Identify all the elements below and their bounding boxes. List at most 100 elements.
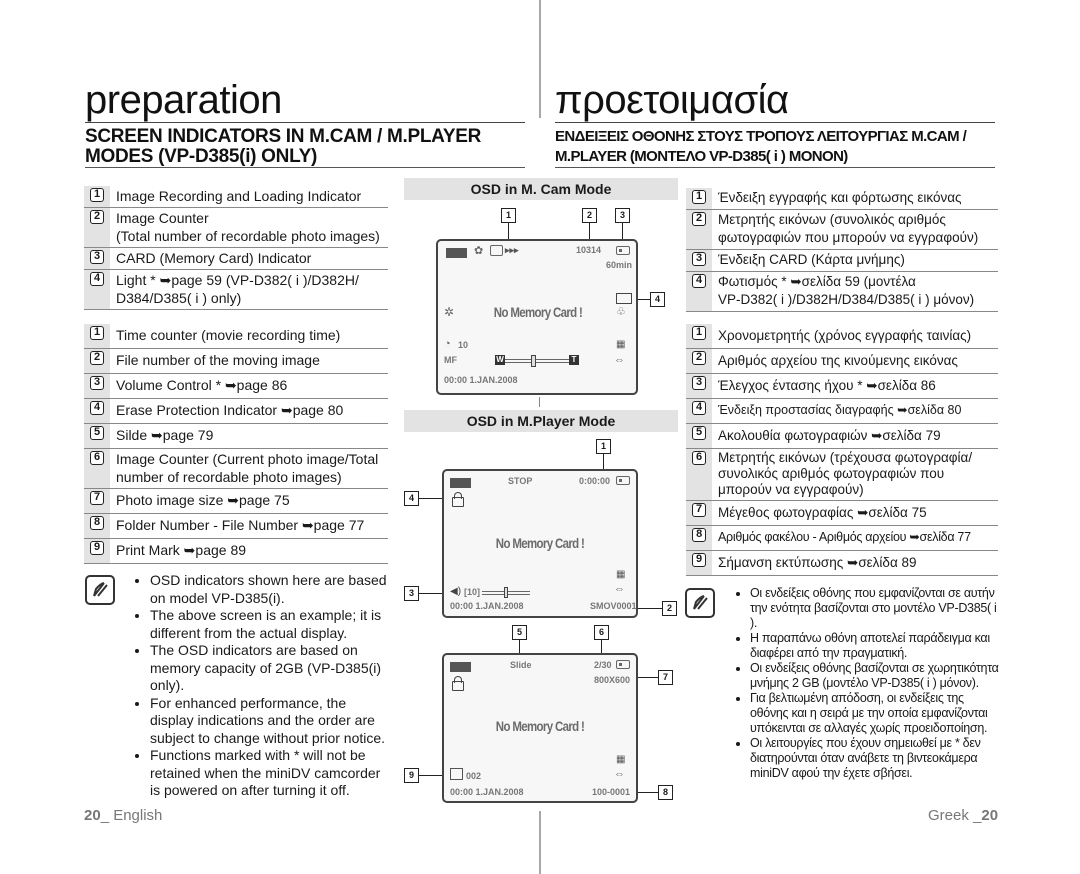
callout-2: 2: [582, 208, 597, 223]
note-item: OSD indicators shown here are based on m…: [150, 572, 390, 607]
list-item: 2 Μετρητής εικόνων (συνολικός αριθμός φωτο…: [686, 210, 998, 250]
list-item: 7 Μέγεθος φωτογραφίας ➥σελίδα 75: [686, 501, 998, 526]
list-item: 1 Ένδειξη εγγραφής και φόρτωσης εικόνας: [686, 188, 998, 210]
callout-1: 1: [596, 439, 611, 454]
note-item: Οι ενδείξεις οθόνης που εμφανίζονται σε …: [750, 586, 1000, 631]
recording-indicator-icon: ▸▸▸: [505, 245, 519, 255]
number-badge: 4: [692, 401, 706, 415]
number-badge: 2: [692, 351, 706, 365]
number-badge: 3: [90, 250, 104, 264]
number-badge: 1: [692, 190, 706, 204]
note-item: Οι ενδείξεις οθόνης βασίζονται σε χωρητι…: [750, 661, 1000, 691]
folder-file-number: 100-0001: [592, 787, 631, 797]
item-text-line: φωτογραφιών που μπορούν να εγγραφούν): [718, 230, 979, 245]
card-icon: [616, 476, 630, 485]
battery-icon: [450, 662, 471, 672]
date-time: 00:00 1.JAN.2008: [444, 375, 518, 385]
page-number: 20: [981, 807, 999, 824]
macro-icon: ✿: [474, 245, 484, 257]
heading-line-1: ΕΝΔΕΙΞΕΙΣ ΟΘΟΝΗΣ ΣΤΟΥΣ ΤΡΟΠΟΥΣ ΛΕΙΤΟΥΡΓΙ…: [555, 128, 967, 145]
item-text: Ένδειξη προστασίας διαγραφής ➥σελίδα 80: [718, 403, 962, 417]
page-number: 20: [84, 807, 101, 824]
greek-mplayer-list: 1 Χρονομετρητής (χρόνος εγγραφής ταινίας)…: [686, 324, 998, 576]
tick-mark: [539, 397, 540, 407]
english-notes: OSD indicators shown here are based on m…: [128, 572, 390, 800]
list-item: 5 Silde ➥page 79: [84, 424, 388, 449]
time-remaining: 60min: [606, 260, 633, 270]
item-text: File number of the moving image: [116, 352, 320, 368]
item-text: Αριθμός αρχείου της κινούμενης εικόνας: [718, 353, 958, 368]
list-item: 1 Image Recording and Loading Indicator: [84, 186, 388, 208]
item-text: Image Counter (Current photo image/Total…: [110, 449, 378, 488]
list-item: 2 Image Counter (Total number of recordabl…: [84, 208, 388, 248]
item-text-line: Μετρητής εικόνων (συνολικός αριθμός: [718, 212, 946, 227]
item-text-line: VP-D382( i )/D382H/D384/D385( i ) μόνον): [718, 292, 975, 307]
osd-mcam-header: OSD in M. Cam Mode: [404, 178, 678, 200]
callout-4: 4: [650, 292, 665, 307]
list-item: 2 File number of the moving image: [84, 349, 388, 374]
callout-9: 9: [404, 768, 419, 783]
volume-level: [10]: [464, 587, 481, 597]
item-text: Light * ➥page 59 (VP-D382( i )/D382H/D38…: [110, 270, 359, 309]
zoom-bar: [505, 359, 569, 363]
zoom-tele-label: T: [569, 355, 579, 365]
battery-icon: [446, 248, 467, 258]
page-title-greek: προετοιμασία: [555, 78, 995, 123]
number-badge: 9: [90, 541, 104, 555]
note-item: Functions marked with * will not be reta…: [150, 747, 390, 800]
note-item: Για βελτιωμένη απόδοση, οι ενδείξεις της…: [750, 691, 1000, 736]
greek-notes: Οι ενδείξεις οθόνης που εμφανίζονται σε …: [728, 586, 1000, 781]
zoom-wide-label: W: [495, 355, 505, 365]
note-item: The OSD indicators are based on memory c…: [150, 642, 390, 695]
callout-6: 6: [594, 625, 609, 640]
item-text: Ακολουθία φωτογραφιών ➥σελίδα 79: [718, 428, 941, 443]
list-item: 4 Light * ➥page 59 (VP-D382( i )/D382H/D3…: [84, 270, 388, 310]
item-text: Μέγεθος φωτογραφίας ➥σελίδα 75: [718, 505, 927, 520]
item-text: Image Recording and Loading Indicator: [116, 188, 362, 204]
item-text: Ένδειξη CARD (Κάρτα μνήμης): [718, 252, 905, 267]
focus-mode: MF: [444, 355, 457, 365]
card-icon: [616, 660, 630, 669]
protect-lock-icon: [452, 676, 464, 691]
number-badge: 4: [692, 274, 706, 288]
callout-5: 5: [512, 625, 527, 640]
note-item: For enhanced performance, the display in…: [150, 695, 390, 748]
item-text-line: D384/D385( i ) only): [116, 290, 242, 306]
item-text: Image Counter (Total number of recordable…: [110, 208, 380, 247]
callout-1: 1: [501, 208, 516, 223]
item-text-line: Image Counter: [116, 210, 209, 226]
item-text: Ένδειξη εγγραφής και φόρτωσης εικόνας: [718, 190, 962, 205]
wind-cut-icon: ▦: [616, 339, 626, 350]
page-footer-greek: Greek _20: [928, 807, 998, 824]
list-item: 3 Volume Control * ➥page 86: [84, 374, 388, 399]
item-text: Silde ➥page 79: [116, 427, 214, 443]
number-badge: 2: [90, 210, 104, 224]
heading-line-2: M.PLAYER (ΜΟΝΤΕΛΟ VP-D385( i ) ΜΟΝΟΝ): [555, 147, 995, 168]
item-text: Σήμανση εκτύπωσης ➥σελίδα 89: [718, 555, 917, 570]
no-memory-message: No Memory Card !: [495, 718, 585, 734]
number-badge: 2: [90, 351, 104, 365]
footer-language: _ English: [100, 807, 163, 824]
volume-handle: [504, 587, 508, 598]
list-item: 9 Print Mark ➥page 89: [84, 539, 388, 564]
number-badge: 9: [692, 553, 706, 567]
image-counter: 2/30: [594, 660, 612, 670]
item-text: Έλεγχος έντασης ήχου * ➥σελίδα 86: [718, 378, 936, 393]
usb-icon: ⇔: [614, 354, 625, 366]
date-time: 00:00 1.JAN.2008: [450, 787, 524, 797]
number-badge: 3: [90, 376, 104, 390]
callout-3: 3: [404, 586, 419, 601]
item-text: Φωτισμός * ➥σελίδα 59 (μοντέλα VP-D382( i…: [712, 272, 974, 311]
speaker-icon: ◀): [450, 586, 462, 597]
note-icon: [685, 588, 715, 618]
no-memory-message: No Memory Card !: [493, 304, 583, 320]
self-timer-value: 10: [458, 340, 469, 350]
image-size: 800X600: [594, 675, 631, 685]
number-badge: 4: [90, 401, 104, 415]
osd-mcam-screen: ✿ ▸▸▸ 10314 60min ✲ ♧ No Memory Card ! ◔…: [436, 239, 638, 395]
item-text-line: Φωτισμός * ➥σελίδα 59 (μοντέλα: [718, 274, 916, 289]
date-time: 00:00 1.JAN.2008: [450, 601, 524, 611]
item-text: Folder Number - File Number ➥page 77: [116, 517, 365, 533]
camera-icon: [490, 245, 503, 256]
list-item: 8 Αριθμός φακέλου - Αριθμός αρχείου ➥σελί…: [686, 526, 998, 551]
